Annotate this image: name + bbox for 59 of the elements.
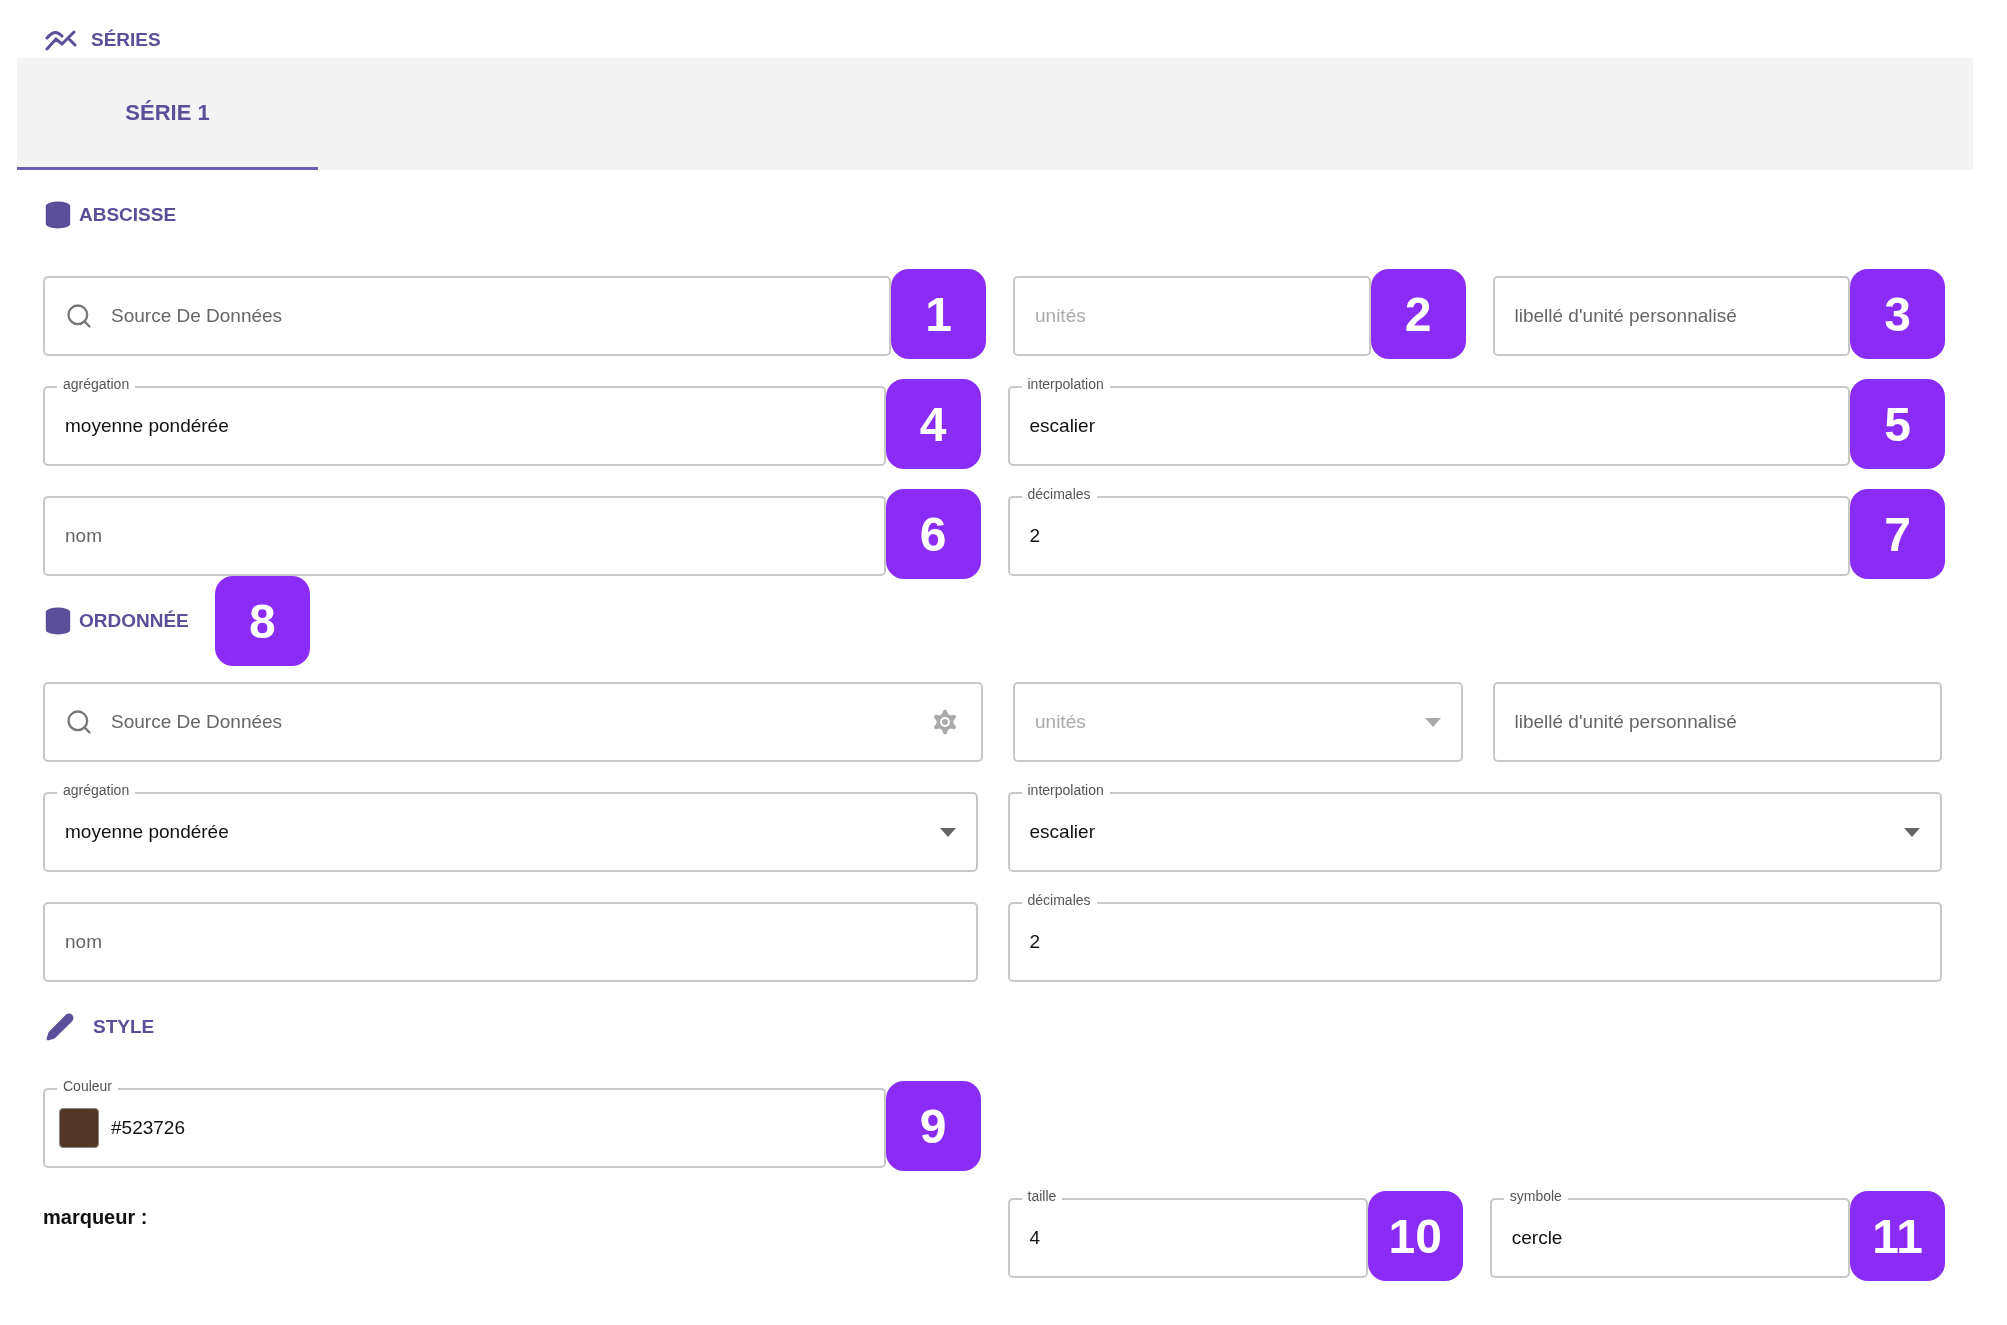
input-field[interactable]: libellé d'unité personnalisé (1492, 276, 1850, 356)
input-field[interactable]: nom (43, 496, 886, 576)
callout-number: 1 (891, 269, 986, 359)
field-label: décimales (1021, 892, 1097, 908)
input-field[interactable]: nom (43, 902, 978, 982)
pencil-icon (45, 1012, 75, 1042)
field-value: moyenne pondérée (65, 415, 229, 437)
field-value: cercle (1511, 1227, 1563, 1249)
field-label: symbole (1503, 1188, 1568, 1204)
callout-number: 10 (1367, 1191, 1463, 1281)
field-value: 2 (1029, 525, 1041, 547)
callout-number: 8 (214, 576, 310, 666)
callout-number: 4 (885, 379, 981, 469)
callout-number: 3 (1850, 269, 1945, 359)
field-placeholder: nom (65, 931, 102, 953)
callout-number: 7 (1850, 489, 1945, 579)
callout-number: 2 (1370, 269, 1466, 359)
field-placeholder: nom (65, 525, 102, 547)
field-label: décimales (1021, 486, 1097, 502)
field-value: 4 (1029, 1227, 1041, 1249)
section-title: ABSCISSE (79, 204, 177, 226)
color-swatch[interactable] (59, 1108, 99, 1148)
field-placeholder: libellé d'unité personnalisé (1514, 711, 1737, 733)
field-label: agrégation (57, 782, 136, 798)
field-label: Couleur (57, 1078, 119, 1094)
field-placeholder: unités (1035, 711, 1086, 733)
field-label: interpolation (1021, 376, 1110, 392)
field-label: taille (1021, 1188, 1063, 1204)
section-title: STYLE (93, 1016, 155, 1038)
field-value: escalier (1029, 821, 1095, 843)
field-placeholder: libellé d'unité personnalisé (1514, 305, 1737, 327)
field-value: escalier (1029, 415, 1095, 437)
database-icon (43, 200, 73, 230)
section-title: ORDONNÉE (79, 610, 189, 632)
field-placeholder: unités (1035, 305, 1086, 327)
search-field[interactable]: Source De Données (43, 276, 891, 356)
series-tab[interactable]: SÉRIE 1 (17, 58, 318, 170)
search-field[interactable]: Source De Données (43, 682, 983, 762)
database-icon (43, 606, 73, 636)
field-value: 2 (1029, 931, 1041, 953)
search-icon (65, 302, 93, 330)
caret-icon (939, 827, 956, 837)
field-placeholder: Source De Données (111, 305, 283, 327)
row-label: marqueur : (43, 1205, 148, 1229)
callout-number: 6 (885, 489, 981, 579)
field-placeholder: Source De Données (111, 711, 283, 733)
input-field[interactable]: libellé d'unité personnalisé (1492, 682, 1942, 762)
search-icon (65, 708, 93, 736)
callout-number: 11 (1850, 1191, 1945, 1281)
trend-line-icon (45, 29, 77, 51)
field-value: moyenne pondérée (65, 821, 229, 843)
caret-icon (1424, 717, 1441, 727)
caret-icon (1904, 827, 1920, 837)
field-label: agrégation (57, 376, 136, 392)
callout-number: 9 (885, 1081, 981, 1171)
callout-number: 5 (1850, 379, 1945, 469)
field-value: #523726 (111, 1117, 185, 1139)
section-title: SÉRIES (91, 29, 161, 51)
field-label: interpolation (1021, 782, 1110, 798)
